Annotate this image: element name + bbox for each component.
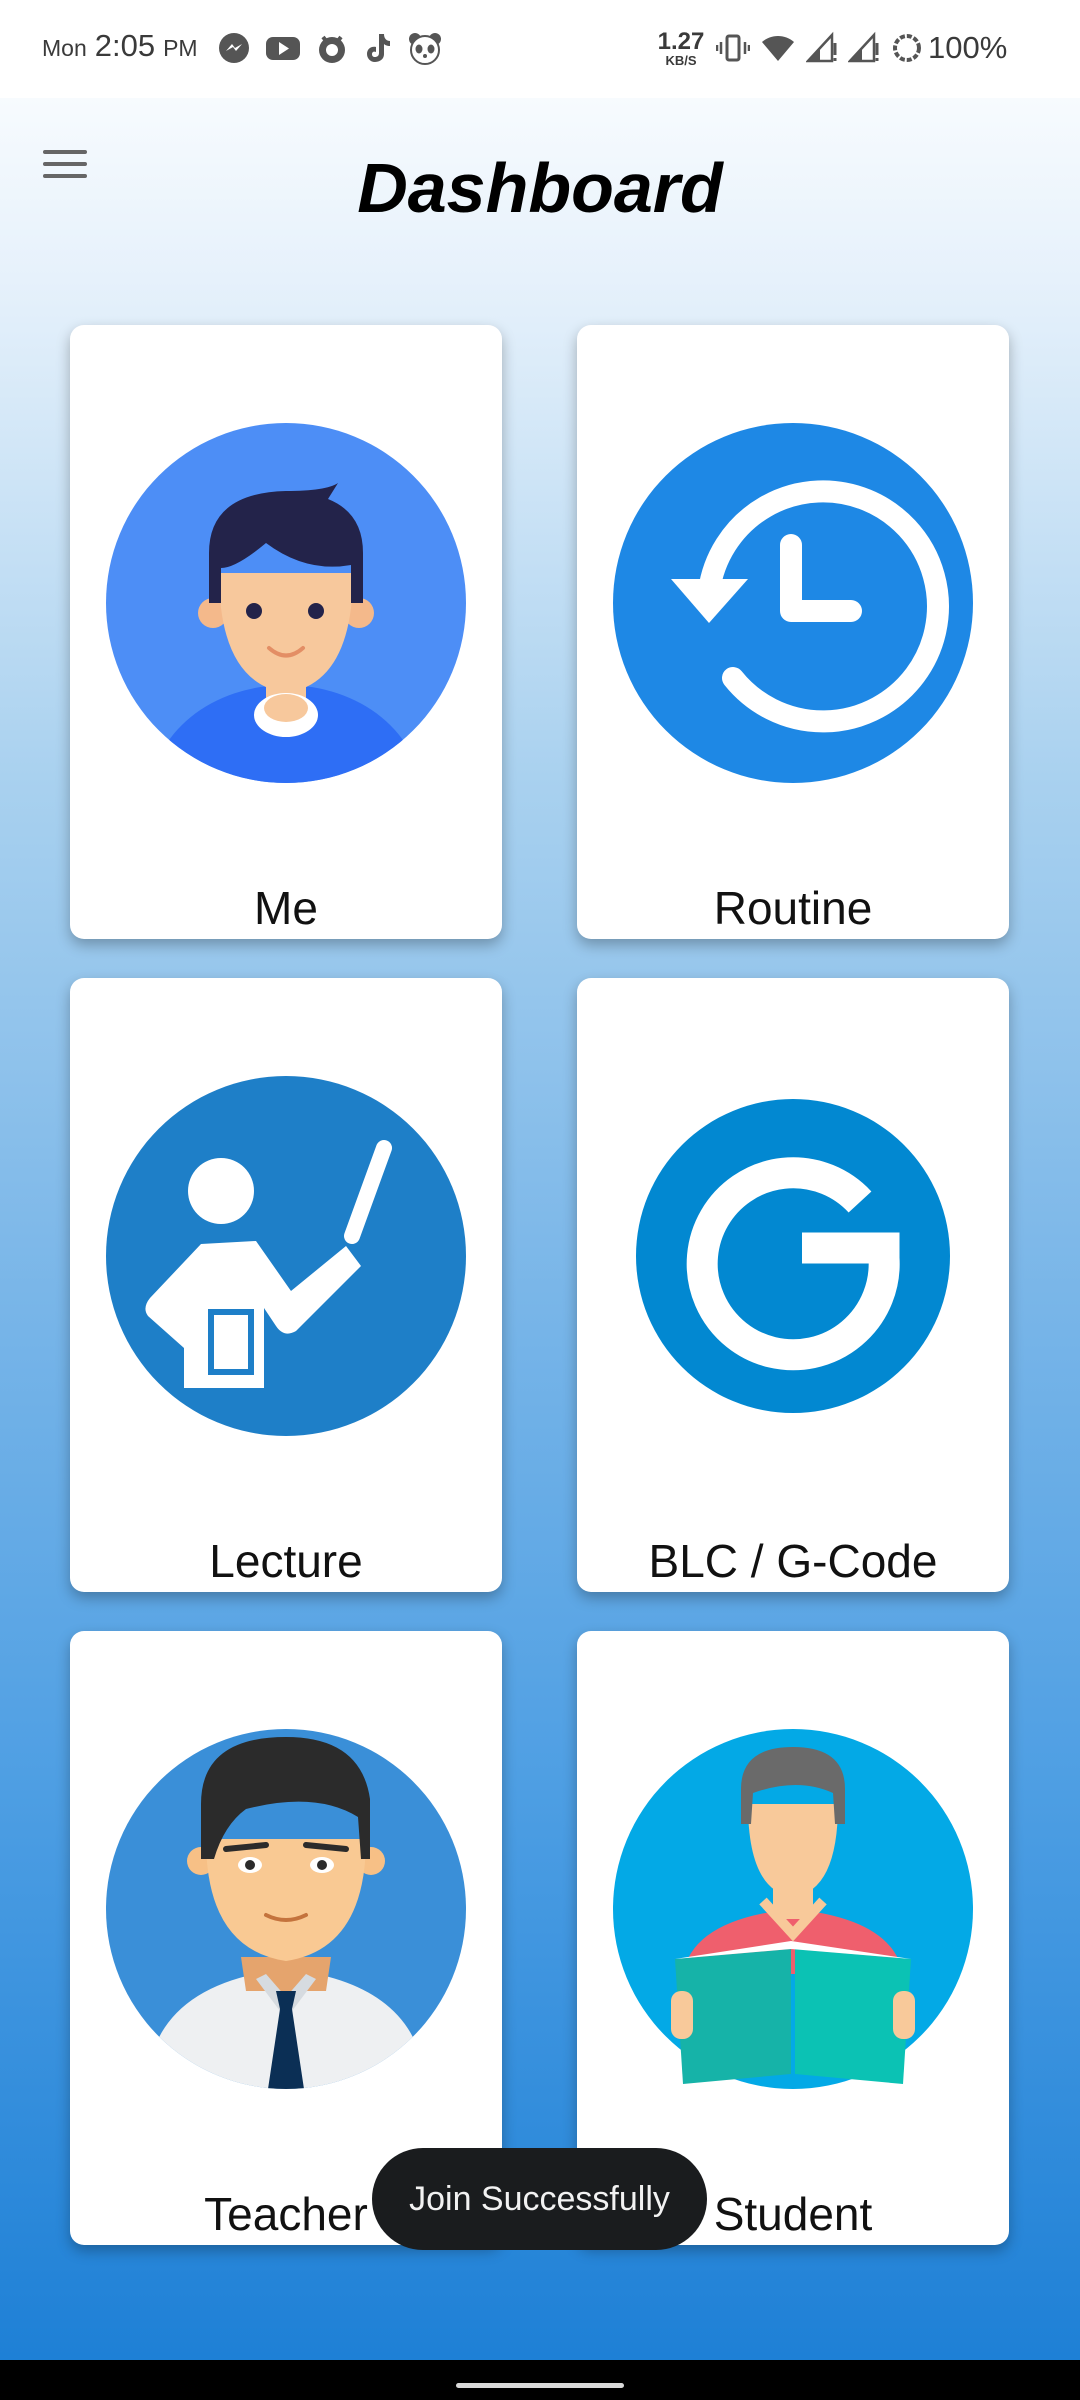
signal-1-icon <box>805 31 838 70</box>
status-bar: Mon 2:05 PM 1.27 KB/S 100% <box>0 0 1080 98</box>
card-label-me: Me <box>254 882 318 934</box>
page-title: Dashboard <box>357 149 723 227</box>
lecture-teacher-icon <box>106 1076 466 1436</box>
card-label-blc-gcode: BLC / G-Code <box>648 1535 938 1587</box>
teacher-avatar-icon <box>106 1729 466 2089</box>
antivirus-icon <box>315 31 349 70</box>
hamburger-menu-icon[interactable] <box>40 146 90 182</box>
google-g-icon <box>613 1076 973 1436</box>
wifi-icon <box>760 31 796 70</box>
card-routine[interactable]: Routine <box>577 325 1009 939</box>
dashboard-screen: Dashboard Me Routine Lecture BLC / G-Cod… <box>0 98 1080 2360</box>
notification-icons <box>217 31 443 70</box>
card-label-lecture: Lecture <box>209 1535 363 1587</box>
youtube-icon <box>265 31 301 70</box>
status-ampm: PM <box>163 35 198 61</box>
status-day: Mon <box>42 35 87 61</box>
battery-percent: 100% <box>928 30 1008 65</box>
signal-2-icon <box>847 31 880 70</box>
user-avatar-icon <box>106 423 466 783</box>
home-gesture-handle[interactable] <box>456 2383 624 2388</box>
card-label-routine: Routine <box>713 882 873 934</box>
status-time: 2:05 <box>94 28 156 63</box>
net-speed: 1.27 KB/S <box>655 28 707 68</box>
battery-saver-icon <box>890 31 924 70</box>
card-me[interactable]: Me <box>70 325 502 939</box>
toast-message: Join Successfully <box>372 2148 707 2250</box>
history-clock-icon <box>613 423 973 783</box>
navigation-bar <box>0 2360 1080 2400</box>
status-clock: Mon 2:05 PM <box>42 28 198 74</box>
system-icons <box>715 31 924 70</box>
messenger-icon <box>217 31 251 70</box>
panda-icon <box>407 31 443 70</box>
card-blc-gcode[interactable]: BLC / G-Code <box>577 978 1009 1592</box>
vibrate-icon <box>715 31 751 70</box>
student-reading-icon <box>613 1729 973 2089</box>
net-speed-unit: KB/S <box>665 53 697 68</box>
net-speed-value: 1.27 <box>657 28 705 55</box>
card-lecture[interactable]: Lecture <box>70 978 502 1592</box>
tiktok-icon <box>363 31 393 70</box>
